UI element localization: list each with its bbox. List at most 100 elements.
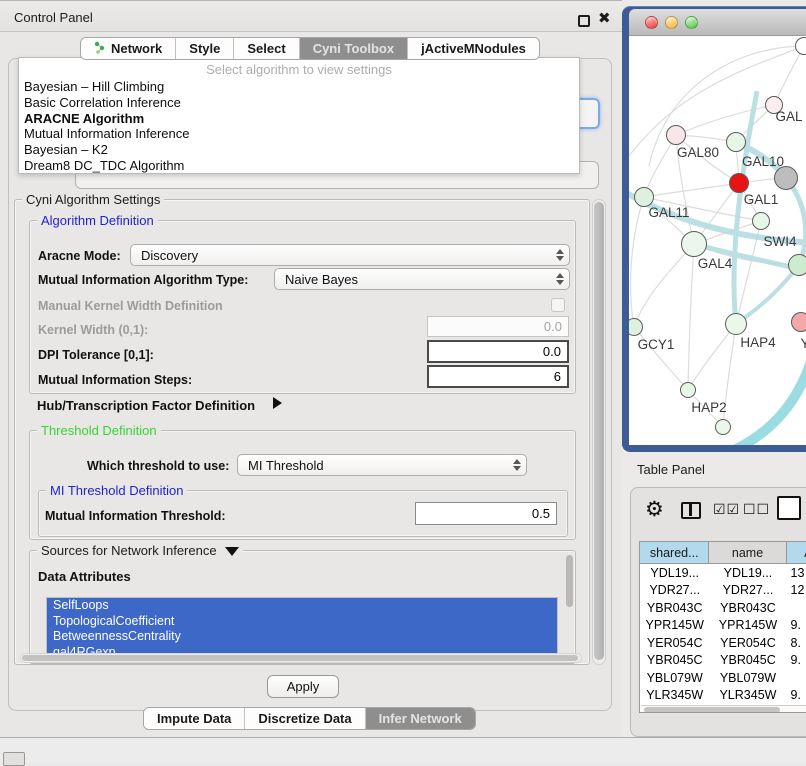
algorithm-definition-title: Algorithm Definition: [37, 213, 158, 228]
mi-steps-input[interactable]: 6: [427, 365, 569, 388]
table-rows: YDL19... YDL19... 13 YDR27... YDR27... 1…: [640, 564, 806, 705]
data-attributes-list[interactable]: SelfLoops TopologicalCoefficient Between…: [46, 597, 558, 659]
tab[interactable]: Select: [234, 38, 299, 59]
table-row[interactable]: YPR145W YPR145W 9.: [640, 617, 806, 635]
network-node-right-green[interactable]: [788, 254, 806, 276]
clear-all-checkboxes-icon[interactable]: ☐☐: [743, 501, 770, 518]
algorithm-option[interactable]: Basic Correlation Inference: [19, 95, 579, 111]
tab[interactable]: Style: [176, 38, 234, 59]
kernel-width-input[interactable]: 0.0: [427, 316, 569, 337]
cell-value: 9.: [787, 617, 806, 635]
dpi-tolerance-input[interactable]: 0.0: [427, 340, 569, 363]
select-all-checkboxes-icon[interactable]: ☑☑: [713, 501, 740, 518]
network-node-label: GAL4: [698, 256, 733, 271]
tab[interactable]: Infer Network: [366, 708, 475, 729]
columns-icon[interactable]: [681, 502, 701, 519]
network-node-label: GAL11: [648, 205, 689, 220]
network-node-bottom-partial[interactable]: [715, 419, 731, 435]
bottom-left-mini-button[interactable]: [3, 752, 25, 766]
close-traffic-icon[interactable]: [645, 16, 658, 29]
document-icon[interactable]: [777, 496, 801, 520]
table-row[interactable]: YLR345W YLR345W 9.: [640, 687, 806, 705]
algorithm-dropdown-placeholder: Select algorithm to view settings: [19, 60, 579, 79]
close-icon[interactable]: ✖: [598, 9, 611, 27]
tab[interactable]: Discretize Data: [245, 708, 365, 729]
network-node-right-pink[interactable]: [791, 312, 806, 332]
tab[interactable]: Impute Data: [144, 708, 245, 729]
collapse-arrow-icon[interactable]: [225, 547, 239, 556]
threshold-definition-group: Threshold Definition Which threshold to …: [29, 430, 576, 540]
cell-name: YPR145W: [709, 617, 786, 635]
which-threshold-combo[interactable]: MI Threshold: [237, 454, 527, 476]
mi-threshold-input[interactable]: 0.5: [415, 502, 557, 525]
table-row[interactable]: YER054C YER054C 8.: [640, 634, 806, 652]
network-view-window[interactable]: GALGAL80GAL10GAL1GAL11SWI4GAL4GCY1HAP4YH…: [622, 6, 806, 452]
table-panel-title: Table Panel: [637, 462, 705, 477]
column-header-shared-name[interactable]: shared...: [640, 542, 709, 563]
tab[interactable]: jActiveMNodules: [408, 38, 539, 59]
network-node-GAL80[interactable]: [666, 125, 686, 145]
network-node-gray-node[interactable]: [774, 166, 798, 190]
gear-icon[interactable]: ⚙: [645, 497, 664, 522]
column-header-name[interactable]: name: [709, 542, 786, 563]
network-node-HAP2[interactable]: [680, 382, 696, 398]
network-node-GAL10[interactable]: [726, 132, 746, 152]
network-node-label: GAL10: [742, 154, 784, 169]
table-row[interactable]: YBR045C YBR045C 9.: [640, 652, 806, 670]
network-node-GAL1[interactable]: [729, 173, 749, 193]
bottom-tabs: Impute Data Discretize Data Infer Networ…: [143, 707, 476, 730]
algorithm-option[interactable]: ARACNE Algorithm: [19, 111, 579, 127]
attribute-item[interactable]: BetweennessCentrality: [47, 629, 557, 645]
bottom-strip: [0, 738, 806, 762]
float-window-icon[interactable]: [578, 15, 590, 27]
mi-type-combo[interactable]: Naive Bayes: [274, 268, 570, 290]
table-row[interactable]: YDL19... YDL19... 13: [640, 564, 806, 582]
network-window-titlebar[interactable]: [629, 9, 806, 36]
algorithm-option[interactable]: Mutual Information Inference: [19, 126, 579, 142]
network-node-label: GCY1: [638, 337, 675, 352]
cell-value: 9.: [787, 687, 806, 705]
which-threshold-value: MI Threshold: [238, 458, 508, 473]
cell-name: YDR27...: [709, 582, 786, 600]
cell-value: [787, 599, 806, 617]
aracne-mode-combo[interactable]: Discovery: [130, 244, 570, 266]
table-row[interactable]: YBL079W YBL079W: [640, 669, 806, 687]
network-node-HAP4[interactable]: [725, 313, 747, 335]
algorithm-option[interactable]: Bayesian – Hill Climbing: [19, 79, 579, 95]
tab[interactable]: Network: [81, 38, 176, 59]
network-node-GAL4[interactable]: [681, 231, 707, 257]
tab-label: Cyni Toolbox: [313, 41, 394, 56]
table-header-row: shared... name A: [640, 542, 806, 564]
settings-vertical-scrollbar[interactable]: [592, 199, 606, 665]
attribute-item[interactable]: SelfLoops: [47, 598, 557, 614]
apply-button[interactable]: Apply: [267, 675, 339, 698]
minimize-traffic-icon[interactable]: [665, 16, 678, 29]
column-header-partial[interactable]: A: [787, 542, 806, 563]
network-node-top-partial[interactable]: [795, 37, 806, 55]
cell-name: YBR045C: [709, 652, 786, 670]
mi-threshold-group: MI Threshold Definition Mutual Informati…: [38, 490, 568, 537]
table-horizontal-scrollbar[interactable]: [641, 705, 806, 713]
table-row[interactable]: YBR043C YBR043C: [640, 599, 806, 617]
tab[interactable]: Cyni Toolbox: [300, 38, 408, 59]
table-row[interactable]: YDR27... YDR27... 12: [640, 582, 806, 600]
zoom-traffic-icon[interactable]: [685, 16, 698, 29]
manual-kernel-checkbox[interactable]: [551, 298, 565, 312]
manual-kernel-label: Manual Kernel Width Definition: [38, 299, 223, 313]
cell-shared-name: YBR045C: [640, 652, 709, 670]
algorithm-option[interactable]: Dream8 DC_TDC Algorithm: [19, 158, 579, 174]
network-node-GAL11[interactable]: [634, 187, 654, 207]
attributes-scrollbar[interactable]: [566, 555, 573, 607]
algorithm-definition-group: Algorithm Definition Aracne Mode: Discov…: [29, 220, 576, 394]
network-canvas[interactable]: GALGAL80GAL10GAL1GAL11SWI4GAL4GCY1HAP4YH…: [629, 36, 806, 445]
mi-type-value: Naive Bayes: [275, 272, 551, 287]
tab-label: Network: [111, 41, 162, 56]
tab-label: jActiveMNodules: [421, 41, 526, 56]
cell-shared-name: YBR043C: [640, 599, 709, 617]
expand-arrow-icon[interactable]: [273, 397, 282, 409]
settings-horizontal-scrollbar[interactable]: [20, 653, 582, 663]
algorithm-option[interactable]: Bayesian – K2: [19, 142, 579, 158]
attribute-item[interactable]: TopologicalCoefficient: [47, 614, 557, 630]
network-node-SWI4[interactable]: [752, 212, 770, 230]
network-icon: [94, 41, 106, 57]
